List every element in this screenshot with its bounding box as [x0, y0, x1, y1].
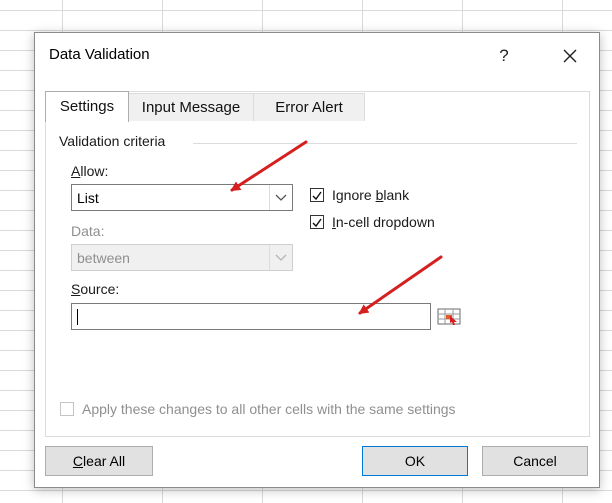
validation-criteria-heading: Validation criteria [59, 133, 166, 149]
allow-label: Allow: [71, 163, 108, 179]
allow-label-accesskey: A [71, 163, 81, 179]
data-select-value: between [77, 250, 130, 266]
source-label-accesskey: S [71, 281, 81, 297]
range-selector-button[interactable] [433, 303, 465, 330]
apply-all-checkbox[interactable] [60, 402, 74, 416]
apply-all-label: Apply these changes to all other cells w… [82, 401, 456, 417]
allow-dropdown-button[interactable] [269, 185, 292, 210]
clear-all-accesskey: C [72, 453, 84, 469]
ignore-blank-label: Ignore blank [332, 187, 409, 203]
ignore-blank-label-post: lank [383, 187, 410, 203]
ignore-blank-checkbox[interactable] [310, 188, 324, 202]
in-cell-label-rest: n-cell dropdown [335, 214, 435, 230]
data-dropdown-button[interactable] [269, 245, 292, 270]
help-button[interactable]: ? [491, 43, 517, 69]
tab-settings[interactable]: Settings [45, 91, 129, 122]
source-input[interactable] [71, 303, 431, 330]
close-icon [563, 49, 577, 63]
in-cell-dropdown-checkbox[interactable] [310, 215, 324, 229]
allow-label-rest: llow: [80, 163, 109, 179]
ignore-blank-label-pre: Ignore [332, 187, 376, 203]
section-divider [193, 143, 577, 144]
data-validation-dialog: Data Validation ? Settings Input Message… [34, 32, 600, 488]
checkmark-icon [312, 218, 322, 228]
clear-all-label-rest: lear All [83, 453, 126, 469]
data-label: Data: [71, 223, 105, 239]
checkmark-icon [312, 191, 322, 201]
ok-button[interactable]: OK [362, 446, 468, 476]
tab-input-message[interactable]: Input Message [128, 93, 254, 121]
in-cell-dropdown-label: In-cell dropdown [332, 214, 435, 230]
tab-error-alert[interactable]: Error Alert [253, 93, 365, 121]
chevron-down-icon [275, 254, 287, 261]
clear-all-button[interactable]: Clear All [45, 446, 153, 476]
close-button[interactable] [557, 43, 583, 69]
allow-select-value: List [77, 190, 99, 206]
text-caret [77, 309, 78, 325]
source-label-rest: ource: [80, 281, 120, 297]
data-select[interactable]: between [71, 244, 293, 271]
range-selector-icon [437, 308, 461, 325]
title-bar: Data Validation ? [35, 33, 599, 79]
cancel-button[interactable]: Cancel [482, 446, 588, 476]
allow-select[interactable]: List [71, 184, 293, 211]
chevron-down-icon [275, 194, 287, 201]
source-label: Source: [71, 281, 119, 297]
dialog-title: Data Validation [49, 46, 150, 63]
